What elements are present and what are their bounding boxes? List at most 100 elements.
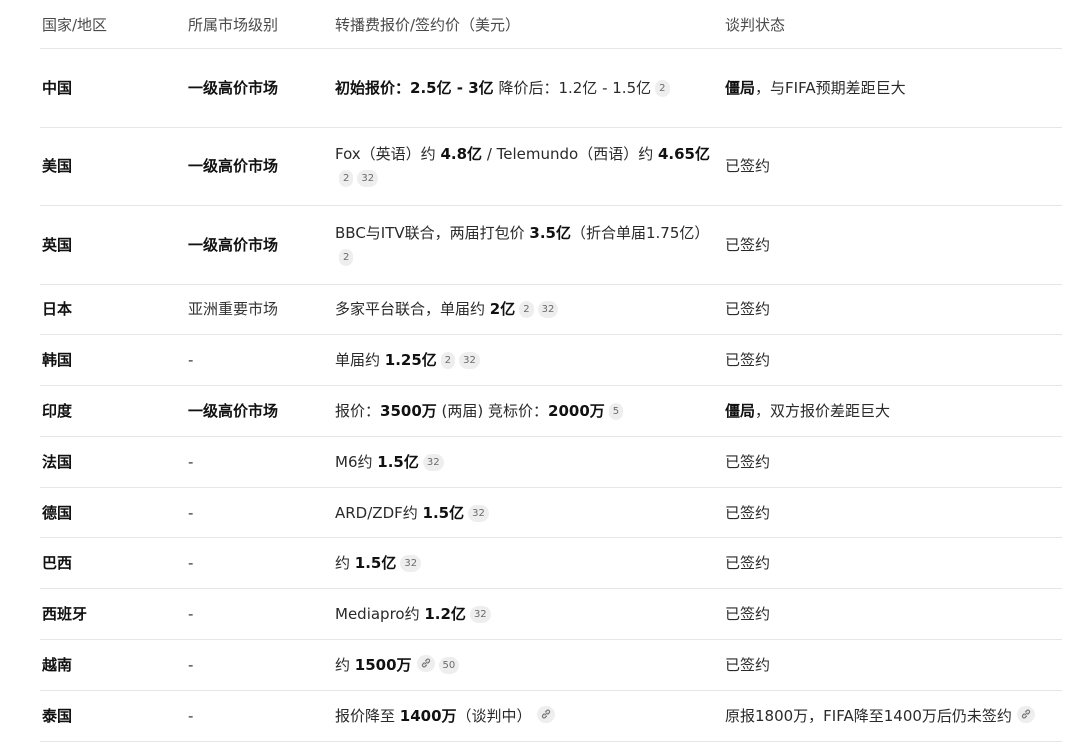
citation-badge[interactable]: 32 (459, 352, 480, 370)
cell-country: 中国 (40, 48, 186, 128)
bold-value: 3.5亿 (529, 223, 571, 242)
table-body: 中国 一级高价市场 初始报价：2.5亿 - 3亿 降价后：1.2亿 - 1.5亿 2 僵… (40, 48, 1062, 742)
citation-badge[interactable]: 32 (537, 301, 559, 319)
cell-price: BBC与ITV联合，两届打包价 3.5亿（折合单届1.75亿） 2 (333, 205, 723, 285)
table-row: 越南 - 约 1500万 50 已签约 (40, 639, 1062, 691)
market-level: - (188, 655, 194, 674)
page: 国家/地区 所属市场级别 转播费报价/签约价（美元） 谈判状态 中国 一级高价市场… (0, 0, 1080, 745)
cell-price: Mediapro约 1.2亿 32 (333, 588, 723, 641)
cell-market: - (186, 436, 333, 488)
table-row: 泰国 - 报价降至 1400万（谈判中） 原报1800万，FIFA降至1400万后仍未… (40, 690, 1062, 742)
bold-value: 1.5亿 (354, 554, 397, 573)
header-status: 谈判状态 (723, 0, 1062, 49)
market-level: 一级高价市场 (188, 78, 279, 97)
text-segment: ARD/ZDF约 (335, 503, 423, 522)
cell-price: 初始报价：2.5亿 - 3亿 降价后：1.2亿 - 1.5亿 2 (333, 48, 723, 128)
text-segment: 已签约 (725, 503, 771, 522)
text-segment: (两届) 竞标价： (436, 401, 549, 420)
header-price: 转播费报价/签约价（美元） (333, 0, 723, 49)
citation-badge[interactable]: 32 (468, 504, 489, 522)
bold-value: 2000万 (548, 401, 605, 420)
cell-country: 越南 (40, 639, 186, 691)
cell-market: - (186, 588, 333, 641)
cell-status: 已签约 (723, 436, 1062, 488)
citation-badge[interactable]: 50 (438, 656, 460, 674)
link-icon[interactable] (1016, 705, 1035, 723)
cell-market: - (186, 639, 333, 691)
cell-market: - (186, 334, 333, 387)
text-segment: 报价降至 (335, 706, 400, 725)
cell-country: 美国 (40, 127, 186, 206)
cell-status: 已签约 (723, 487, 1062, 539)
text-segment: 单届约 (335, 351, 385, 370)
cell-status: 已签约 (723, 205, 1062, 285)
table-row: 美国 一级高价市场 Fox（英语）约 4.8亿 / Telemundo（西语）约 4… (40, 127, 1062, 206)
market-level: - (188, 554, 194, 573)
cell-status: 已签约 (723, 537, 1062, 590)
text-segment: 已签约 (725, 300, 771, 319)
text-segment: 已签约 (725, 452, 771, 471)
citation-badge[interactable]: 32 (400, 555, 422, 573)
citation-badge[interactable]: 2 (655, 79, 670, 97)
market-level: 一级高价市场 (188, 235, 279, 254)
cell-market: 一级高价市场 (186, 205, 333, 285)
cell-country: 泰国 (40, 690, 186, 742)
citation-badge[interactable]: 32 (422, 453, 444, 471)
cell-market: 亚洲重要市场 (186, 284, 333, 336)
link-icon[interactable] (536, 705, 555, 723)
market-level: 一级高价市场 (188, 157, 279, 176)
table-row: 印度 一级高价市场 报价：3500万 (两届) 竞标价：2000万 5 僵局，双方报价差… (40, 385, 1062, 437)
bold-value: 1400万 (399, 706, 457, 725)
text-segment: 多家平台联合，单届约 (335, 300, 490, 319)
cell-price: M6约 1.5亿 32 (333, 436, 723, 488)
text-segment: ，双方报价差距巨大 (755, 401, 891, 420)
text-segment: 降价后：1.2亿 - 1.5亿 (493, 78, 652, 97)
cell-market: - (186, 537, 333, 590)
link-icon[interactable] (416, 654, 435, 672)
citation-badge[interactable]: 2 (339, 170, 354, 188)
cell-status: 已签约 (723, 334, 1062, 387)
citation-badge[interactable]: 5 (608, 402, 624, 420)
table-row: 韩国 - 单届约 1.25亿 2 32 已签约 (40, 334, 1062, 387)
text-segment: 约 (335, 655, 355, 674)
text-segment: BBC与ITV联合，两届打包价 (335, 223, 530, 242)
cell-status: 已签约 (723, 284, 1062, 336)
market-level: 亚洲重要市场 (188, 300, 279, 319)
market-level: - (188, 503, 194, 522)
table-header-row: 国家/地区 所属市场级别 转播费报价/签约价（美元） 谈判状态 (40, 0, 1062, 49)
cell-country: 法国 (40, 436, 186, 488)
cell-status: 已签约 (723, 588, 1062, 641)
citation-badge[interactable]: 2 (519, 301, 534, 319)
market-level: - (188, 706, 194, 725)
bold-value: 4.65亿 (657, 145, 710, 164)
broadcast-rights-table: 国家/地区 所属市场级别 转播费报价/签约价（美元） 谈判状态 中国 一级高价市场… (40, 0, 1062, 742)
header-country: 国家/地区 (40, 0, 186, 49)
cell-price: 报价：3500万 (两届) 竞标价：2000万 5 (333, 385, 723, 437)
bold-value: 1.5亿 (377, 452, 419, 471)
citation-badge[interactable]: 2 (440, 352, 456, 370)
table-row: 德国 - ARD/ZDF约 1.5亿 32 已签约 (40, 487, 1062, 539)
table-row: 法国 - M6约 1.5亿 32 已签约 (40, 436, 1062, 488)
text-segment: Mediapro约 (335, 605, 425, 624)
table-row: 西班牙 - Mediapro约 1.2亿 32 已签约 (40, 588, 1062, 641)
bold-value: 初始报价：2.5亿 - 3亿 (335, 78, 494, 97)
bold-value: 1.2亿 (424, 605, 466, 624)
cell-country: 印度 (40, 385, 186, 437)
cell-price: 报价降至 1400万（谈判中） (333, 690, 723, 742)
text-segment: （折合单届1.75亿） (571, 223, 710, 242)
bold-value: 僵局 (725, 401, 756, 420)
text-segment: 已签约 (725, 655, 771, 674)
citation-badge[interactable]: 32 (357, 170, 379, 188)
cell-country: 德国 (40, 487, 186, 539)
cell-market: - (186, 487, 333, 539)
citation-badge[interactable]: 2 (339, 248, 354, 266)
market-level: - (188, 452, 194, 471)
table-row: 巴西 - 约 1.5亿 32 已签约 (40, 537, 1062, 590)
cell-market: 一级高价市场 (186, 48, 333, 128)
bold-value: 1.5亿 (422, 503, 465, 522)
bold-value: 4.8亿 (440, 145, 483, 164)
text-segment: Fox（英语）约 (335, 145, 441, 164)
text-segment: 已签约 (725, 351, 771, 370)
citation-badge[interactable]: 32 (469, 606, 491, 624)
text-segment: 已签约 (725, 235, 771, 254)
